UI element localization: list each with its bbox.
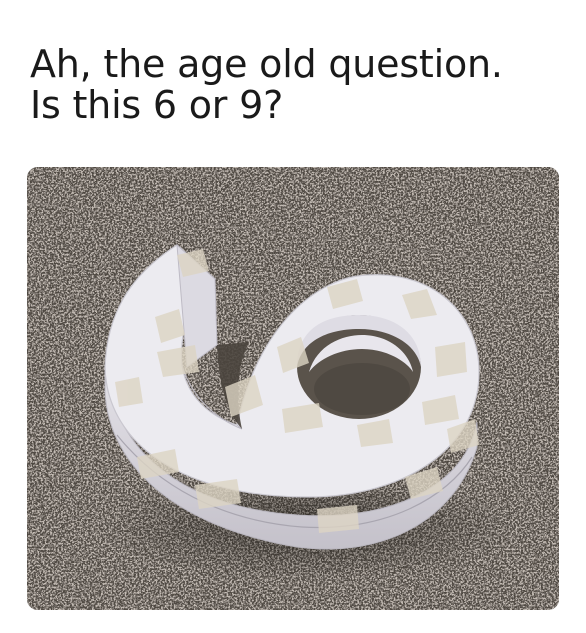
caption: Ah, the age old question. Is this 6 or 9… (30, 44, 570, 126)
photo (27, 167, 559, 610)
caption-line-2: Is this 6 or 9? (30, 83, 284, 127)
caption-line-1: Ah, the age old question. (30, 42, 503, 86)
photo-illustration (27, 167, 559, 610)
